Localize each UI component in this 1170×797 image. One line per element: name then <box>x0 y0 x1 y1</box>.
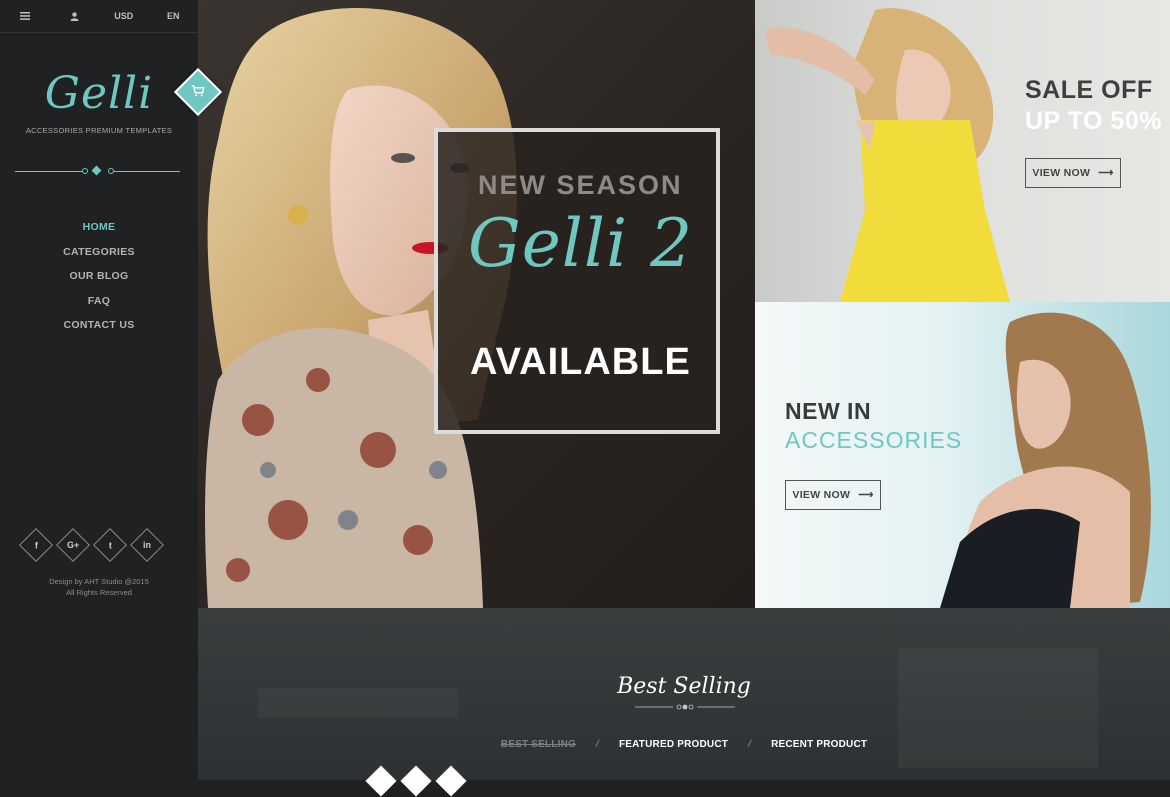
tab-recent-product[interactable]: RECENT PRODUCT <box>771 739 867 750</box>
google-plus-icon[interactable]: G+ <box>56 528 90 562</box>
footer-credits: Design by AHT Studio @2015 All Rights Re… <box>0 576 198 598</box>
main-nav: HOME CATEGORIES OUR BLOG FAQ CONTACT US <box>0 219 198 342</box>
linkedin-icon[interactable]: in <box>130 528 164 562</box>
logo-text: Gelli <box>44 68 154 119</box>
facebook-icon[interactable]: f <box>19 528 53 562</box>
sale-view-now-button[interactable]: VIEW NOW ⟶ <box>1025 158 1121 188</box>
language-selector[interactable]: EN <box>149 0 198 32</box>
top-bar: USD EN <box>0 0 198 33</box>
model-black-dress-image <box>940 312 1151 608</box>
model-yellow-dress-image <box>765 8 1010 302</box>
nav-item-categories[interactable]: CATEGORIES <box>0 244 198 269</box>
hero-headline: AVAILABLE <box>470 341 691 383</box>
tab-best-selling[interactable]: BEST SELLING <box>501 739 576 750</box>
accessories-view-now-button[interactable]: VIEW NOW ⟶ <box>785 480 881 510</box>
tab-separator: / <box>595 739 599 750</box>
brand-logo[interactable]: Gelli ACCESSORIES PREMIUM TEMPLATES <box>0 68 198 135</box>
nav-item-faq[interactable]: FAQ <box>0 293 198 318</box>
twitter-icon[interactable]: t <box>93 528 127 562</box>
arrow-right-icon: ⟶ <box>1098 167 1114 179</box>
section-title: Best Selling <box>617 674 751 699</box>
nav-item-contact-us[interactable]: CONTACT US <box>0 317 198 342</box>
new-in-title: NEW IN <box>785 398 872 424</box>
nav-item-our-blog[interactable]: OUR BLOG <box>0 268 198 293</box>
sale-title: SALE OFF <box>1025 76 1153 104</box>
promo-accessories-banner[interactable]: NEW IN ACCESSORIES VIEW NOW ⟶ <box>755 302 1170 608</box>
hamburger-icon[interactable] <box>0 0 49 32</box>
logo-tagline: ACCESSORIES PREMIUM TEMPLATES <box>25 126 173 135</box>
promo-sale-banner[interactable]: SALE OFF UP TO 50% VIEW NOW ⟶ <box>755 0 1170 302</box>
sale-subtitle: UP TO 50% <box>1025 107 1162 135</box>
credits-line-1: Design by AHT Studio @2015 <box>49 577 149 586</box>
nav-item-home[interactable]: HOME <box>0 219 198 244</box>
social-links: f G+ t in <box>19 528 164 562</box>
sidebar: USD EN Gelli ACCESSORIES PREMIUM TEMPLAT… <box>0 0 198 780</box>
arrow-right-icon: ⟶ <box>858 489 874 501</box>
tab-separator: / <box>748 739 752 750</box>
hero-banner[interactable]: NEW SEASON Gelli 2 AVAILABLE <box>198 0 755 608</box>
product-tabs: BEST SELLING / FEATURED PRODUCT / RECENT… <box>198 739 1170 750</box>
ornament-divider <box>15 165 180 176</box>
user-icon[interactable] <box>50 0 99 32</box>
credits-line-2: All Rights Reserved <box>66 588 132 597</box>
background-shelf <box>898 648 1098 768</box>
tab-featured-product[interactable]: FEATURED PRODUCT <box>619 739 728 750</box>
currency-selector[interactable]: USD <box>99 0 148 32</box>
ornament-divider <box>635 704 735 710</box>
hero-script-title: Gelli 2 <box>468 205 694 282</box>
hero-kicker: NEW SEASON <box>478 170 683 200</box>
new-in-subtitle: ACCESSORIES <box>785 427 963 453</box>
best-selling-section: Best Selling BEST SELLING / FEATURED PRO… <box>198 608 1170 780</box>
